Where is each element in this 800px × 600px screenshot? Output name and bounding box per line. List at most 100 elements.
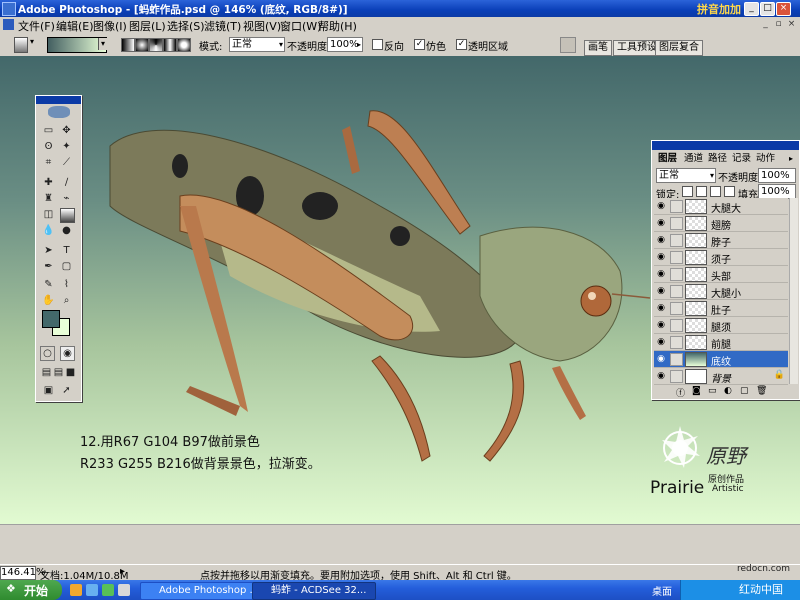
layer-link-box[interactable]	[670, 251, 683, 264]
eye-icon[interactable]: ◉	[656, 320, 666, 330]
start-button[interactable]: ❖ 开始	[0, 580, 62, 600]
standard-mode-button[interactable]: ○	[40, 346, 55, 361]
type-tool-icon[interactable]: T	[60, 244, 73, 257]
menu-edit[interactable]: 编辑(E)	[56, 18, 94, 34]
new-set-icon[interactable]: ▭	[708, 386, 717, 396]
path-select-icon[interactable]: ➤	[42, 244, 55, 257]
layer-style-icon[interactable]: ⓕ	[676, 386, 685, 399]
layer-row[interactable]: ◉ 须子	[654, 249, 788, 266]
linear-gradient-button[interactable]	[121, 38, 135, 52]
layer-link-box[interactable]	[670, 319, 683, 332]
menu-help[interactable]: 帮助(H)	[318, 18, 357, 34]
foreground-color-swatch[interactable]	[42, 310, 60, 328]
blur-tool-icon[interactable]: 💧	[42, 224, 55, 237]
layer-link-box[interactable]	[670, 268, 683, 281]
layer-row[interactable]: ◉ 背景 🔒	[654, 368, 788, 385]
layer-link-box[interactable]	[670, 234, 683, 247]
panel-menu-icon[interactable]: ▸	[789, 153, 793, 164]
layer-opacity-field[interactable]: 100%	[758, 168, 796, 183]
lock-transparency-checkbox[interactable]	[682, 186, 693, 197]
doc-minimize-button[interactable]: _	[760, 19, 771, 30]
opacity-field[interactable]: 100% ▸	[327, 37, 363, 52]
menu-layer[interactable]: 图层(L)	[129, 18, 166, 34]
blend-mode-select[interactable]: 正常 ▾	[656, 168, 716, 183]
gradient-tool-icon[interactable]	[60, 208, 75, 223]
healing-brush-icon[interactable]: ✚	[42, 176, 55, 189]
eye-icon[interactable]: ◉	[656, 303, 666, 313]
task-acdsee[interactable]: 蚂蚱 - ACDSee 32...	[252, 582, 376, 600]
maximize-button[interactable]: □	[760, 2, 775, 16]
doc-restore-button[interactable]: ▫	[773, 19, 784, 30]
jump-arrow-icon[interactable]: ➚	[60, 384, 73, 397]
menu-filter[interactable]: 滤镜(T)	[204, 18, 241, 34]
lock-all-checkbox[interactable]	[724, 186, 735, 197]
eye-icon[interactable]: ◉	[656, 269, 666, 279]
mask-icon[interactable]: ◙	[692, 386, 701, 396]
new-layer-icon[interactable]: ▢	[740, 386, 749, 396]
layer-link-box[interactable]	[670, 370, 683, 383]
magic-wand-icon[interactable]: ✦	[60, 140, 73, 153]
diamond-gradient-button[interactable]	[177, 38, 191, 52]
hand-tool-icon[interactable]: ✋	[42, 294, 55, 307]
brush-link-icon[interactable]	[670, 353, 683, 366]
history-brush-icon[interactable]: ⌁	[60, 192, 73, 205]
layers-scrollbar[interactable]	[789, 198, 798, 384]
feather-logo-icon[interactable]	[48, 106, 70, 118]
file-browser-icon[interactable]	[560, 37, 576, 53]
quick-mask-button[interactable]: ◉	[60, 346, 75, 361]
gradient-picker-chevron-icon[interactable]: ▾	[98, 38, 107, 50]
well-tab-layer-comps[interactable]: 图层复合	[655, 40, 703, 56]
reverse-checkbox[interactable]	[372, 39, 383, 50]
dodge-tool-icon[interactable]: ●	[60, 224, 73, 237]
brush-tool-icon[interactable]: ∕	[60, 176, 73, 189]
lock-image-checkbox[interactable]	[696, 186, 707, 197]
layer-row[interactable]: ◉ 翅膀	[654, 215, 788, 232]
layer-row[interactable]: ◉ 大腿小	[654, 283, 788, 300]
menu-select[interactable]: 选择(S)	[167, 18, 205, 34]
marquee-tool-icon[interactable]: ▭	[42, 124, 55, 137]
layer-link-box[interactable]	[670, 217, 683, 230]
quicklaunch-desktop-icon[interactable]	[86, 584, 98, 596]
move-tool-icon[interactable]: ✥	[60, 124, 73, 137]
shape-tool-icon[interactable]: ▢	[60, 260, 73, 273]
slice-tool-icon[interactable]: ⟋	[60, 156, 73, 169]
layer-link-box[interactable]	[670, 285, 683, 298]
horizontal-scrollbar[interactable]	[0, 524, 800, 539]
pen-tool-icon[interactable]: ✒	[42, 260, 55, 273]
tool-preset-chevron-icon[interactable]: ▾	[30, 37, 34, 46]
quicklaunch-media-icon[interactable]	[102, 584, 114, 596]
layers-panel-titlebar[interactable]	[652, 141, 799, 150]
gradient-tool-icon[interactable]	[14, 37, 28, 53]
tab-channels[interactable]: 通道	[684, 153, 703, 164]
menu-file[interactable]: 文件(F)	[18, 18, 55, 34]
tab-history[interactable]: 记录	[732, 153, 751, 164]
trash-icon[interactable]: 🗑	[756, 386, 767, 396]
fill-field[interactable]: 100%	[758, 184, 796, 199]
well-tab-tool-presets[interactable]: 工具预设	[613, 40, 661, 56]
layer-row[interactable]: ◉ 大腿大	[654, 198, 788, 215]
quicklaunch-browser-icon[interactable]	[70, 584, 82, 596]
task-photoshop[interactable]: Adobe Photoshop ...	[140, 582, 264, 600]
layer-row[interactable]: ◉ 脖子	[654, 232, 788, 249]
eyedropper-icon[interactable]: ⌇	[60, 278, 73, 291]
notes-tool-icon[interactable]: ✎	[42, 278, 55, 291]
adjustment-layer-icon[interactable]: ◐	[724, 386, 732, 396]
imageready-jump-icon[interactable]: ▣	[42, 384, 55, 397]
mode-select[interactable]: 正常 ▾	[229, 37, 285, 52]
layer-row[interactable]: ◉ 头部	[654, 266, 788, 283]
lock-position-checkbox[interactable]	[710, 186, 721, 197]
tab-paths[interactable]: 路径	[708, 153, 727, 164]
eye-icon[interactable]: ◉	[656, 201, 666, 211]
crop-tool-icon[interactable]: ⌗	[42, 156, 55, 169]
tab-actions[interactable]: 动作	[756, 153, 775, 164]
eye-icon[interactable]: ◉	[656, 371, 666, 381]
layer-link-box[interactable]	[670, 336, 683, 349]
eye-icon[interactable]: ◉	[656, 218, 666, 228]
screen-mode-full-icon[interactable]: ■	[64, 366, 77, 379]
doc-close-button[interactable]: ×	[786, 19, 797, 30]
menu-image[interactable]: 图像(I)	[93, 18, 127, 34]
zoom-tool-icon[interactable]: ⌕	[60, 294, 73, 307]
layer-row-selected[interactable]: ◉ 底纹	[654, 351, 788, 368]
layer-link-box[interactable]	[670, 200, 683, 213]
eye-icon[interactable]: ◉	[656, 286, 666, 296]
